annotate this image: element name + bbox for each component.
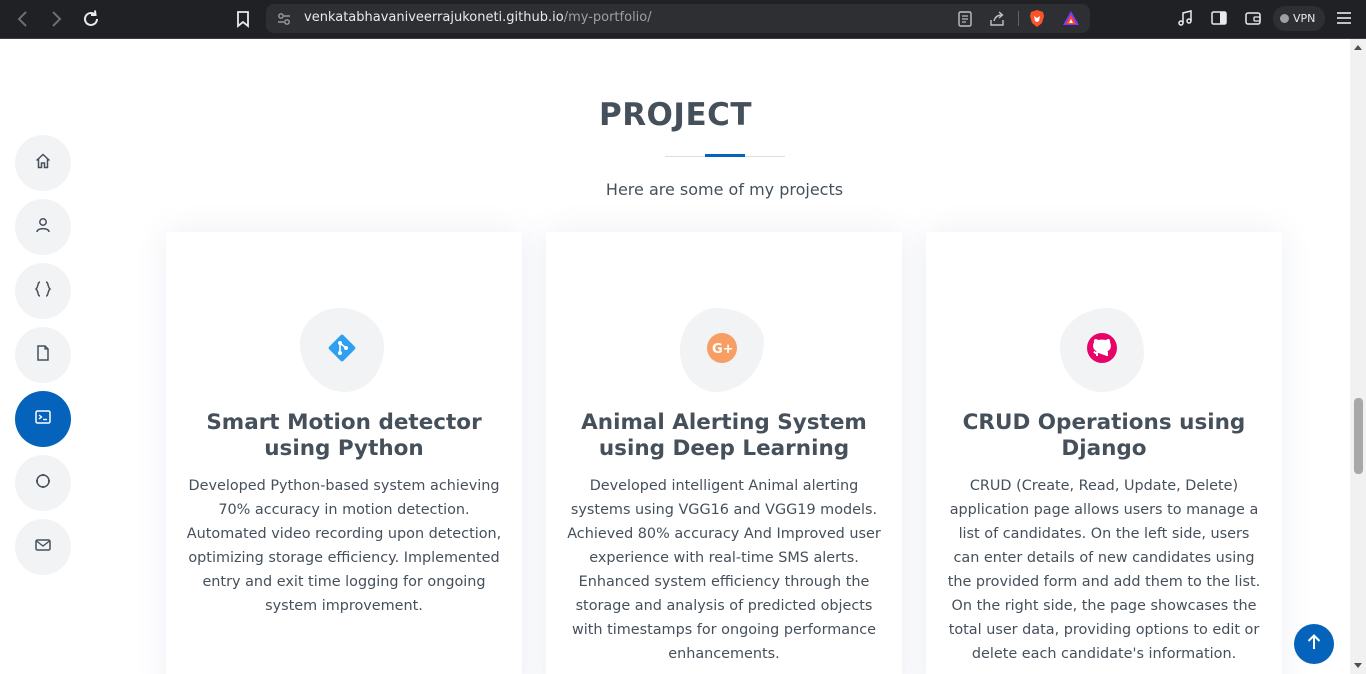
project-description: CRUD (Create, Read, Update, Delete) appl… (947, 478, 1261, 662)
brave-shields-icon[interactable] (1028, 9, 1046, 28)
nav-skills-button[interactable] (15, 263, 71, 319)
project-title[interactable]: Animal Alerting System using Deep Learni… (566, 410, 882, 462)
google-plus-icon: G+ (706, 332, 738, 369)
person-icon (34, 216, 52, 239)
wallet-icon[interactable] (1244, 9, 1262, 27)
back-to-top-button[interactable] (1294, 624, 1334, 664)
project-card: Smart Motion detector using Python Devel… (166, 232, 522, 674)
music-note-icon[interactable] (1176, 9, 1194, 27)
envelope-icon (34, 536, 52, 559)
project-card: CRUD Operations using Django CRUD (Creat… (926, 232, 1282, 674)
side-navigation (15, 135, 71, 583)
browser-toolbar: venkatabhavaniveerrajukoneti.github.io/m… (0, 0, 1366, 39)
nav-resume-button[interactable] (15, 327, 71, 383)
nav-about-button[interactable] (15, 199, 71, 255)
reader-mode-icon[interactable] (956, 10, 974, 28)
section-title: PROJECT (598, 97, 753, 133)
scroll-down-arrow[interactable] (1354, 663, 1362, 668)
project-description: Developed Python-based system achieving … (186, 478, 502, 614)
project-description: Developed intelligent Animal alerting sy… (567, 478, 881, 662)
project-card: G+ Animal Alerting System using Deep Lea… (546, 232, 902, 674)
url-text: venkatabhavaniveerrajukoneti.github.io/m… (304, 10, 652, 25)
nav-projects-button[interactable] (15, 391, 71, 447)
brave-rewards-icon[interactable] (1062, 9, 1080, 27)
project-icon-blob (300, 308, 384, 392)
git-icon (326, 332, 358, 369)
file-icon (34, 344, 52, 367)
svg-text:G+: G+ (712, 342, 734, 357)
nav-services-button[interactable] (15, 455, 71, 511)
vpn-label: VPN (1293, 12, 1316, 25)
scrollbar-thumb[interactable] (1354, 398, 1363, 474)
share-icon[interactable] (988, 10, 1006, 28)
vpn-status-dot (1280, 14, 1289, 23)
title-accent-bar (705, 154, 745, 157)
forward-arrow-icon[interactable] (45, 8, 67, 30)
scroll-up-arrow[interactable] (1354, 45, 1362, 50)
menu-icon[interactable] (1335, 9, 1353, 27)
project-icon-blob (1060, 308, 1144, 392)
home-icon (34, 152, 52, 175)
project-title[interactable]: CRUD Operations using Django (946, 410, 1262, 462)
address-bar[interactable]: venkatabhavaniveerrajukoneti.github.io/m… (266, 4, 1090, 33)
project-title[interactable]: Smart Motion detector using Python (186, 410, 502, 462)
site-settings-icon[interactable] (276, 11, 292, 27)
vpn-button[interactable]: VPN (1273, 6, 1325, 31)
toolbar-divider (1018, 11, 1019, 26)
project-icon-blob: G+ (680, 308, 764, 392)
arrow-up-icon (1305, 633, 1323, 656)
bookmark-icon[interactable] (232, 8, 254, 30)
reload-icon[interactable] (80, 8, 102, 30)
nav-contact-button[interactable] (15, 519, 71, 575)
portfolio-page: PROJECT Here are some of my projects Sma… (0, 39, 1351, 674)
circle-icon (34, 472, 52, 495)
terminal-icon (34, 408, 52, 431)
sidebar-toggle-icon[interactable] (1210, 9, 1228, 27)
section-subtitle: Here are some of my projects (605, 180, 844, 199)
github-icon (1086, 332, 1118, 369)
braces-icon (34, 280, 52, 303)
page-scrollbar[interactable] (1350, 39, 1366, 674)
back-arrow-icon[interactable] (12, 8, 34, 30)
